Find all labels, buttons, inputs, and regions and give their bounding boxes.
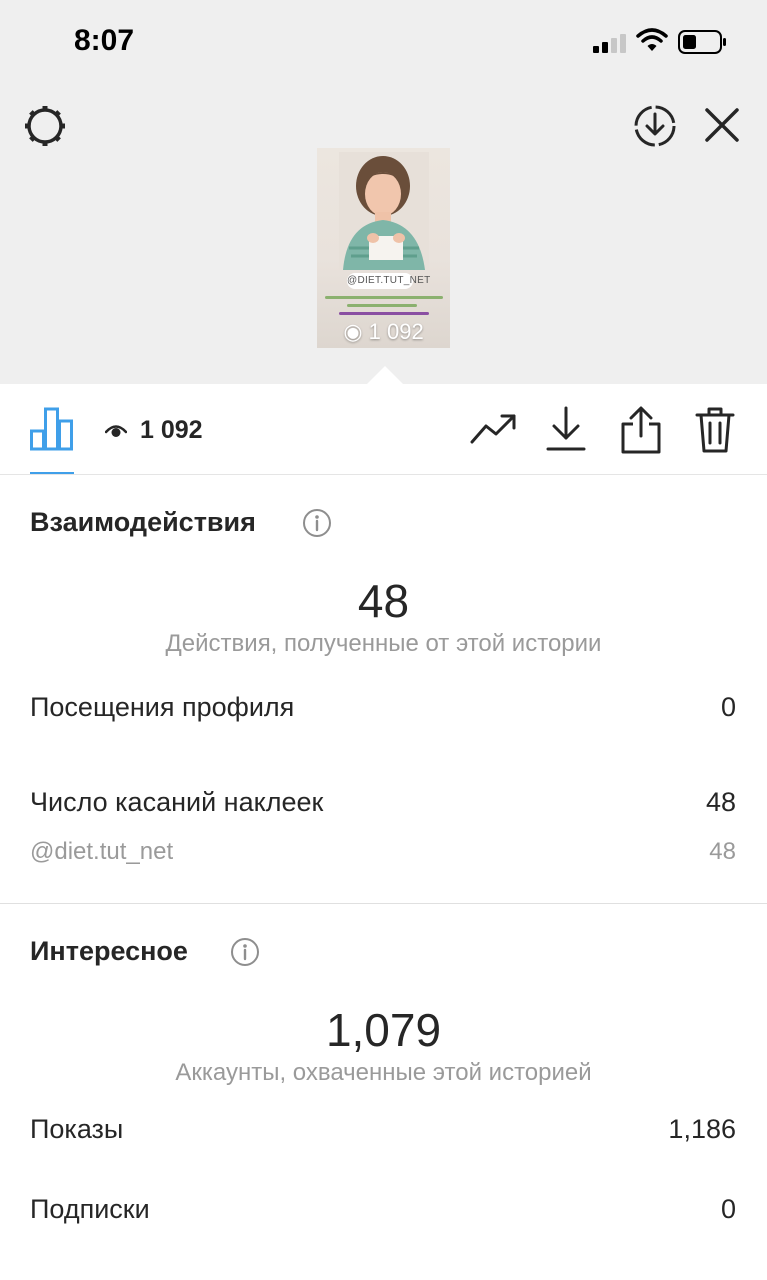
share-icon[interactable] [620, 406, 662, 454]
interactions-title: Взаимодействия [30, 507, 256, 537]
download-circle-icon[interactable] [632, 103, 678, 149]
download-icon[interactable] [546, 406, 586, 452]
sticker-mention-label[interactable]: @diet.tut_net [30, 838, 173, 866]
story-sticker-tag: @DIET.TUT_NET [347, 273, 430, 289]
battery-icon [678, 30, 726, 54]
story-views-overlay: ◉ 1 092 [343, 319, 424, 344]
discovery-title: Интересное [30, 936, 188, 966]
close-icon[interactable] [704, 107, 740, 143]
story-text-line [339, 312, 429, 315]
follows-value: 0 [720, 1194, 736, 1224]
discovery-total: 1,079 [325, 1004, 442, 1056]
signal-icon [593, 34, 626, 53]
preview-pointer [367, 366, 403, 384]
trash-icon[interactable] [695, 406, 735, 454]
impressions-label: Показы [30, 1114, 124, 1144]
profile-visits-value: 0 [720, 692, 736, 722]
sticker-taps-label: Число касаний наклеек [30, 787, 324, 817]
section-divider [0, 903, 767, 904]
interactions-caption: Действия, полученные от этой истории [165, 630, 602, 657]
story-photo [339, 152, 429, 270]
views-count: 1 092 [140, 416, 203, 444]
active-tab-indicator [30, 472, 74, 474]
story-text-line [325, 296, 443, 299]
story-toolbar: 1 092 [0, 384, 767, 475]
story-thumbnail[interactable]: @DIET.TUT_NET ◉ 1 092 [317, 148, 450, 348]
info-icon[interactable] [302, 508, 332, 538]
trend-icon[interactable] [470, 412, 518, 446]
info-icon[interactable] [230, 937, 260, 967]
interactions-total: 48 [357, 575, 410, 627]
discovery-caption: Аккаунты, охваченные этой историей [175, 1059, 592, 1086]
status-time: 8:07 [74, 24, 135, 57]
sticker-taps-value: 48 [705, 787, 736, 817]
impressions-value: 1,186 [668, 1114, 736, 1144]
gear-icon[interactable] [22, 103, 68, 149]
follows-label: Подписки [30, 1194, 150, 1224]
bar-chart-icon[interactable] [30, 407, 74, 451]
story-text-line [347, 304, 417, 307]
eye-icon [105, 425, 127, 437]
sticker-mention-value: 48 [709, 838, 736, 865]
wifi-icon [636, 28, 668, 51]
profile-visits-label: Посещения профиля [30, 692, 295, 722]
